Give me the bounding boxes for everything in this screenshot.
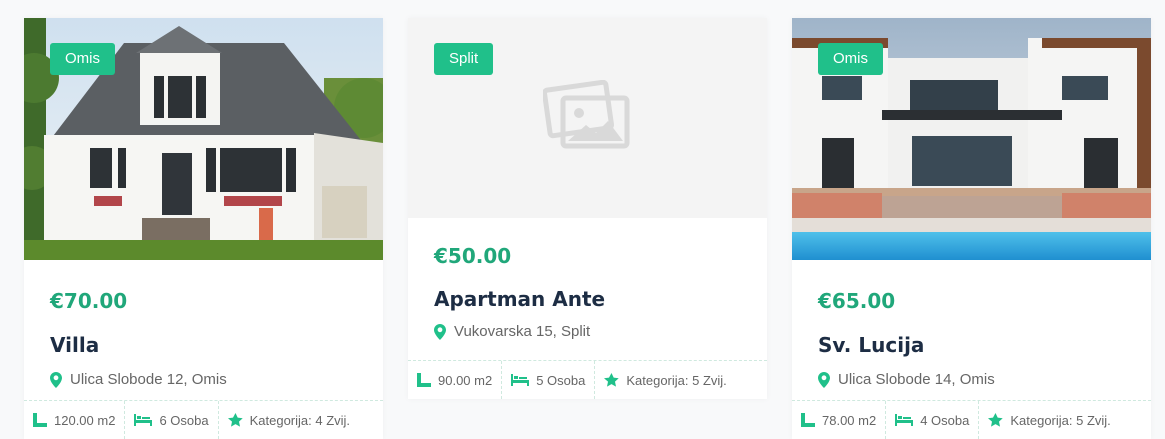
listing-specs: 120.00 m2 6 Osoba Kategorija: 4 Zvij. <box>24 400 383 439</box>
listing-address: Ulica Slobode 12, Omis <box>50 371 357 388</box>
listing-card[interactable]: Omis €70.00 Villa Ulica Slobode 12, Omis… <box>24 18 383 439</box>
listing-specs: 90.00 m2 5 Osoba Kategorija: 5 Zvij. <box>408 360 767 399</box>
listing-title[interactable]: Sv. Lucija <box>818 333 1125 357</box>
address-text: Ulica Slobode 14, Omis <box>838 371 995 388</box>
bed-icon <box>895 414 914 426</box>
address-text: Vukovarska 15, Split <box>454 323 591 340</box>
map-pin-icon <box>434 323 446 340</box>
star-icon <box>988 413 1004 427</box>
spec-area-value: 120.00 m2 <box>54 412 116 428</box>
address-text: Ulica Slobode 12, Omis <box>70 371 227 388</box>
spec-area: 90.00 m2 <box>408 361 503 399</box>
spec-guests-value: 4 Osoba <box>920 412 970 428</box>
listing-title[interactable]: Apartman Ante <box>434 287 741 311</box>
spec-area: 120.00 m2 <box>24 401 126 439</box>
listing-card[interactable]: Omis €65.00 Sv. Lucija Ulica Slobode 14,… <box>792 18 1151 439</box>
listing-specs: 78.00 m2 4 Osoba Kategorija: 5 Zvij. <box>792 400 1151 439</box>
listing-card[interactable]: Split €50.00 Apartman Ante Vukovarska 15… <box>408 18 767 399</box>
spec-category: Kategorija: 5 Zvij. <box>595 361 735 399</box>
spec-category: Kategorija: 5 Zvij. <box>979 401 1119 439</box>
spec-category: Kategorija: 4 Zvij. <box>219 401 359 439</box>
listing-price: €65.00 <box>818 289 896 313</box>
listing-price: €50.00 <box>434 244 512 268</box>
listing-address: Ulica Slobode 14, Omis <box>818 371 1125 388</box>
star-icon <box>604 373 620 387</box>
location-badge[interactable]: Omis <box>818 43 883 75</box>
listing-grid: Omis €70.00 Villa Ulica Slobode 12, Omis… <box>0 0 1165 439</box>
map-pin-icon <box>818 371 830 388</box>
listing-image[interactable]: Split <box>408 18 767 218</box>
listing-title[interactable]: Villa <box>50 333 357 357</box>
listing-price: €70.00 <box>50 289 128 313</box>
spec-guests: 5 Osoba <box>502 361 596 399</box>
spec-guests: 4 Osoba <box>886 401 980 439</box>
listing-address: Vukovarska 15, Split <box>434 323 741 340</box>
star-icon <box>227 413 243 427</box>
spec-area: 78.00 m2 <box>792 401 887 439</box>
spec-category-value: Kategorija: 5 Zvij. <box>626 372 727 388</box>
listing-image[interactable]: Omis <box>792 18 1151 260</box>
spec-guests-value: 5 Osoba <box>536 372 586 388</box>
area-icon <box>417 373 431 387</box>
area-icon <box>801 413 815 427</box>
spec-guests-value: 6 Osoba <box>159 412 209 428</box>
area-icon <box>33 413 47 427</box>
spec-category-value: Kategorija: 5 Zvij. <box>1010 412 1111 428</box>
image-placeholder-icon <box>543 80 630 149</box>
spec-guests: 6 Osoba <box>125 401 219 439</box>
spec-area-value: 78.00 m2 <box>822 412 877 428</box>
bed-icon <box>511 374 530 386</box>
spec-area-value: 90.00 m2 <box>438 372 493 388</box>
map-pin-icon <box>50 371 62 388</box>
location-badge[interactable]: Omis <box>50 43 115 75</box>
bed-icon <box>134 414 153 426</box>
spec-category-value: Kategorija: 4 Zvij. <box>249 412 351 428</box>
location-badge[interactable]: Split <box>434 43 494 75</box>
listing-image[interactable]: Omis <box>24 18 383 260</box>
